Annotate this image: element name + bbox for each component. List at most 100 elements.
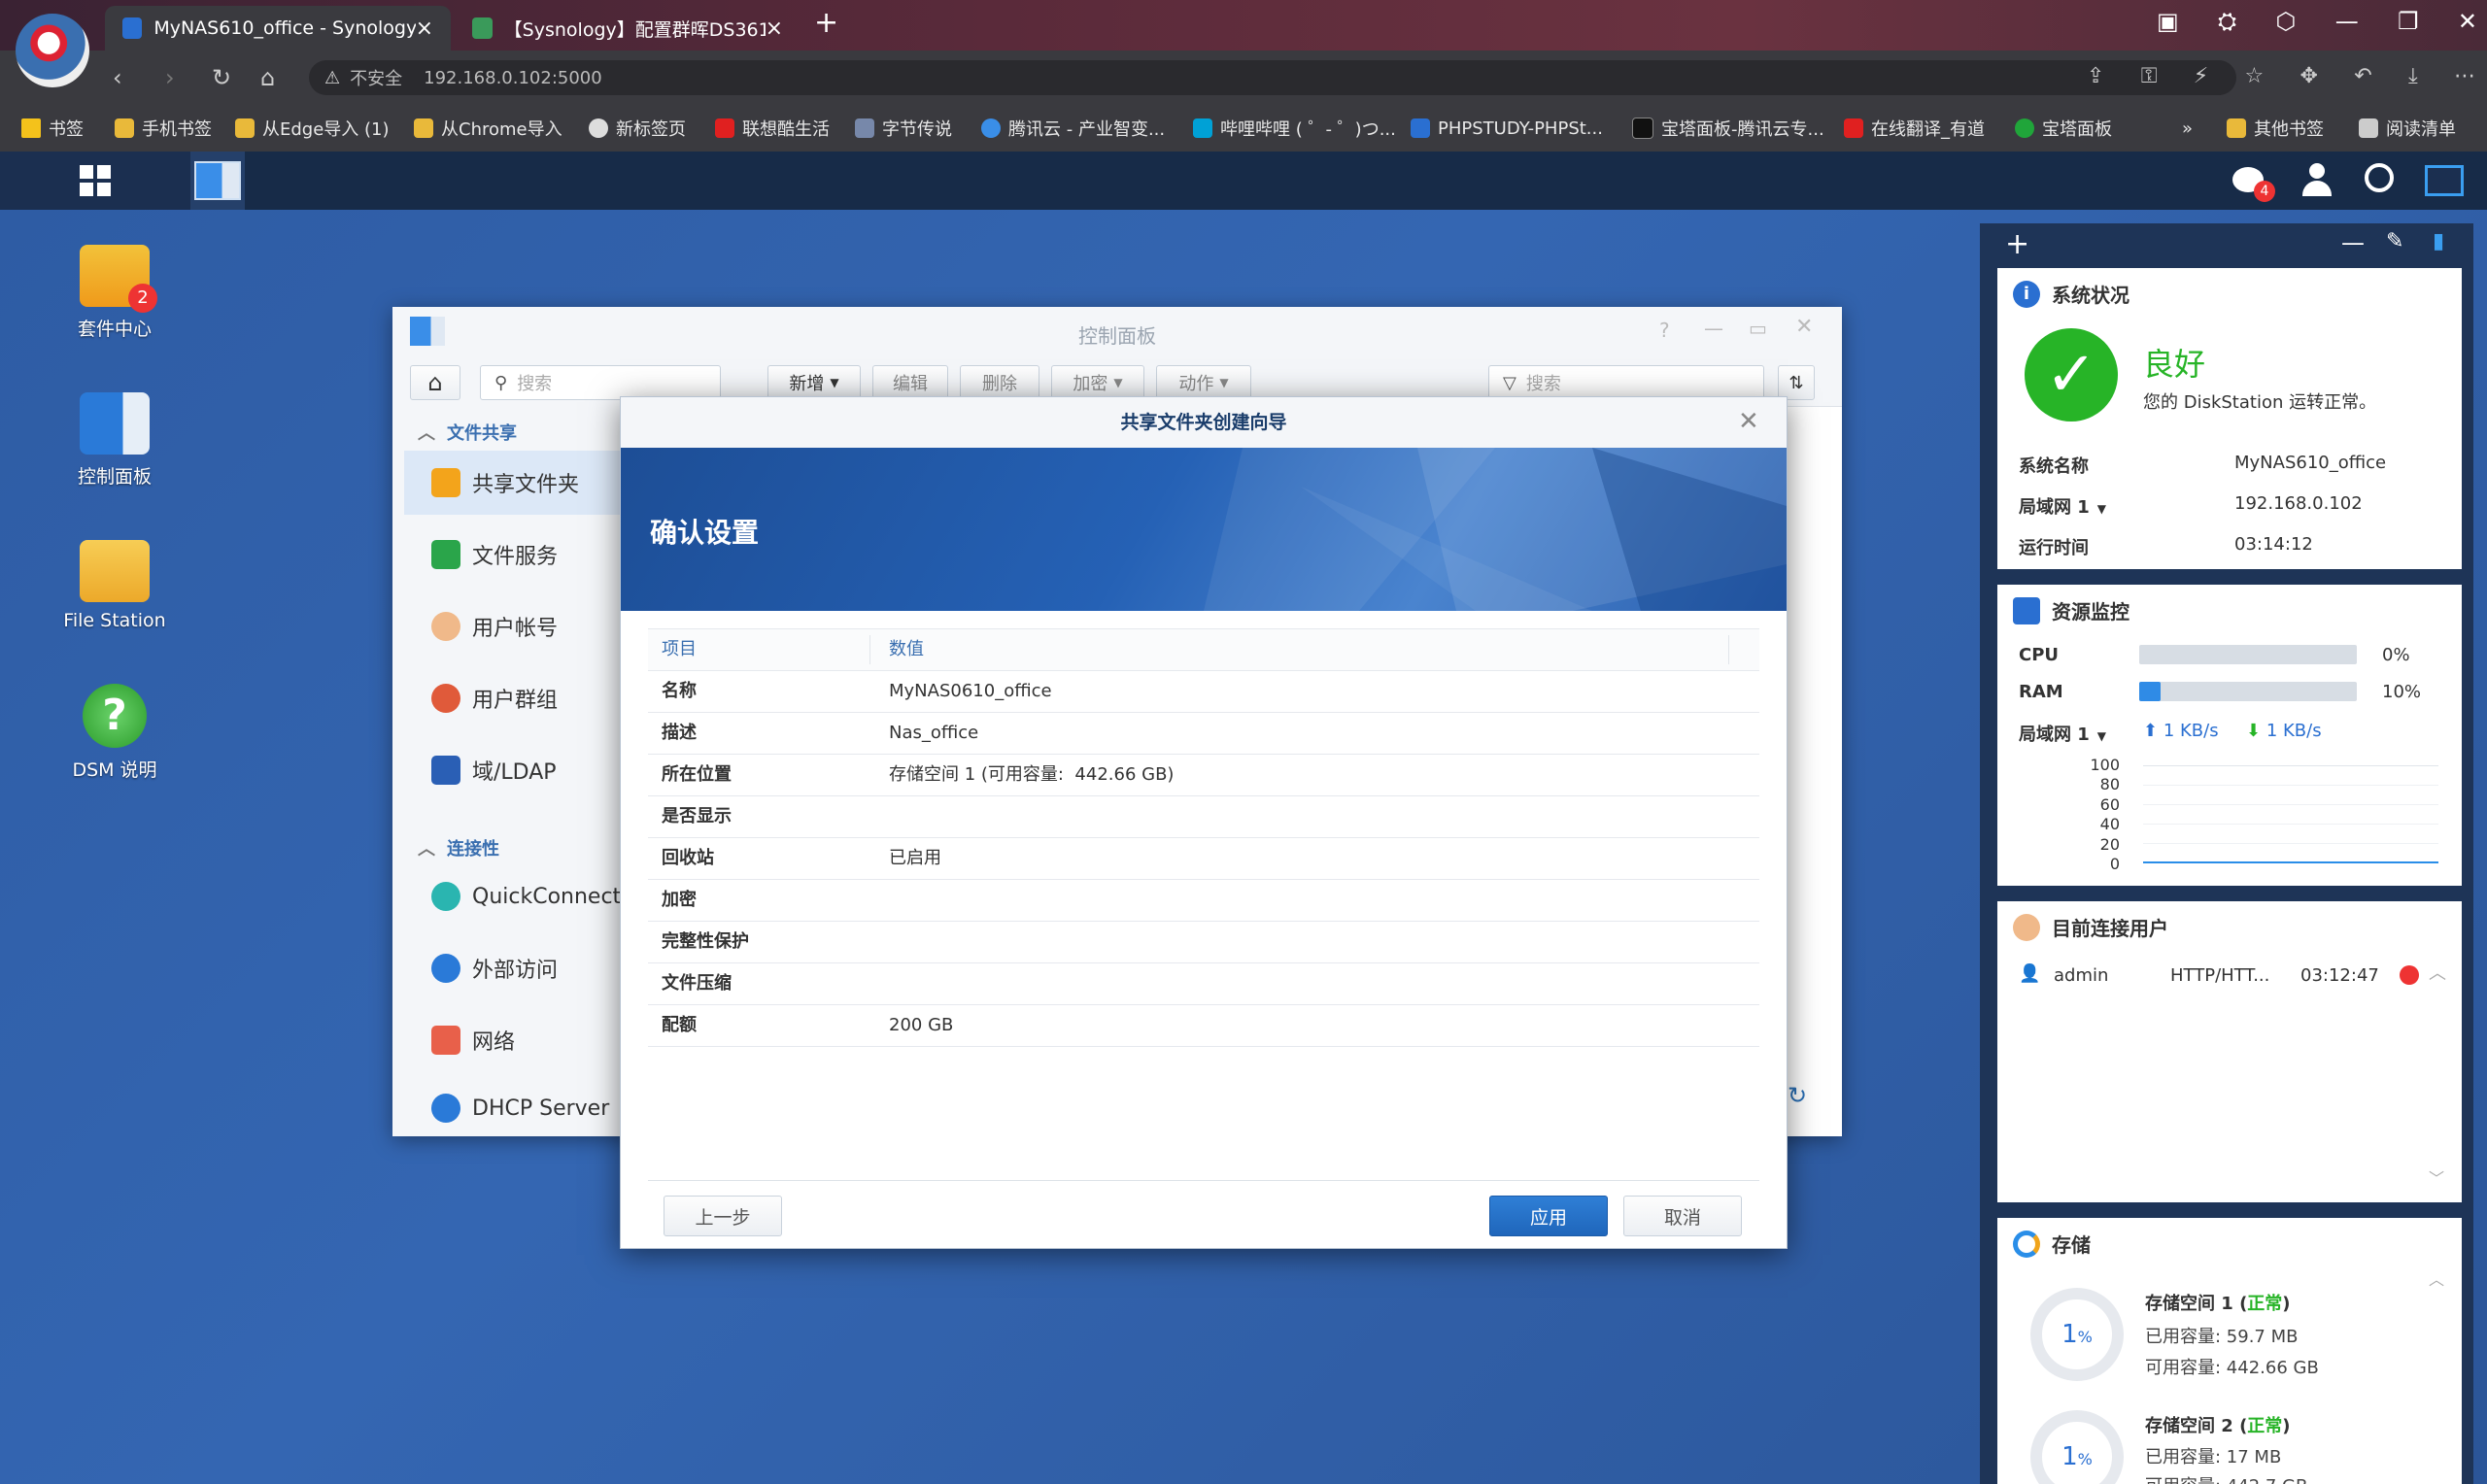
bookmark-item[interactable]: 宝塔面板-腾讯云专... (1632, 113, 1824, 144)
column-header-value[interactable]: 数值 (889, 629, 924, 670)
bookmark-item[interactable]: 在线翻译_有道 (1844, 113, 1985, 144)
bookmark-item[interactable]: 宝塔面板 (2015, 113, 2112, 144)
upload-rate: ⬆ 1 KB/s (2143, 721, 2219, 741)
minimize-panel-icon[interactable]: — (2341, 229, 2365, 256)
sidebar-item-external-access[interactable]: 外部访问 (404, 936, 626, 1000)
bookmark-item[interactable]: 书签 (21, 113, 84, 144)
wizard-titlebar[interactable]: 共享文件夹创建向导 (621, 397, 1787, 449)
main-menu-button[interactable] (0, 152, 190, 210)
maximize-icon[interactable]: ▭ (1749, 317, 1767, 340)
puzzle-icon[interactable]: ✥ (2300, 64, 2318, 88)
bookmark-item[interactable]: 从Chrome导入 (414, 113, 562, 144)
bookmark-item[interactable]: 新标签页 (589, 113, 686, 144)
table-row: 文件压缩 (648, 963, 1759, 1005)
apply-button[interactable]: 应用 (1489, 1196, 1608, 1236)
minimize-icon[interactable]: — (1704, 317, 1723, 340)
close-tab-icon[interactable]: × (416, 17, 433, 41)
star-icon (21, 118, 41, 138)
lan-row[interactable]: 局域网 1 ▼ 192.168.0.102 (2019, 493, 2363, 519)
new-tab-button[interactable]: + (814, 6, 838, 40)
taskbar-control-panel-app[interactable] (190, 152, 245, 210)
sidebar-item-file-services[interactable]: 文件服务 (404, 523, 626, 587)
bookmark-item[interactable]: 联想酷生活 (715, 113, 830, 144)
new-button[interactable]: 新增 ▼ (767, 365, 861, 400)
bookmark-item[interactable]: PHPSTUDY-PHPSt... (1411, 113, 1603, 144)
minimize-icon[interactable]: — (2335, 8, 2359, 35)
back-button[interactable]: 上一步 (664, 1196, 782, 1236)
desktop-icon-dsm-help[interactable]: ? DSM 说明 (37, 684, 192, 782)
tab-title: 【Sysnology】配置群晖DS3615 (503, 18, 766, 41)
sidebar-item-group[interactable]: 用户群组 (404, 666, 626, 730)
share-icon[interactable]: ⇪ (2087, 64, 2104, 88)
widgets-toggle-icon[interactable] (2425, 165, 2464, 196)
forward-icon[interactable]: › (165, 64, 175, 91)
kick-user-icon[interactable] (2400, 965, 2419, 985)
chevron-down-icon[interactable]: ﹀ (2429, 1165, 2444, 1189)
sidebar-search-input[interactable]: ⚲ 搜索 (480, 365, 721, 400)
action-button[interactable]: 动作 ▼ (1156, 365, 1251, 400)
desktop-icon-control-panel[interactable]: 控制面板 (37, 392, 192, 489)
sidebar-item-network[interactable]: 网络 (404, 1008, 626, 1072)
home-button[interactable]: ⌂ (410, 365, 460, 400)
section-header-file-sharing[interactable]: ︿ 文件共享 (418, 420, 517, 445)
search-icon[interactable] (2365, 163, 2394, 192)
sidebar-item-shared-folder[interactable]: 共享文件夹 (404, 451, 626, 515)
sidebar-item-dhcp-server[interactable]: DHCP Server (404, 1080, 626, 1136)
more-icon[interactable]: ⋯ (2454, 64, 2475, 88)
close-icon[interactable]: ✕ (1795, 315, 1813, 339)
extensions-icon[interactable]: ⬡ (2275, 8, 2296, 35)
desktop-icon-package-center[interactable]: 2 套件中心 (37, 245, 192, 341)
tab-synology-article[interactable]: 【Sysnology】配置群晖DS3615 × (455, 6, 801, 51)
notifications-button[interactable]: 4 (2232, 163, 2275, 202)
column-header-key[interactable]: 项目 (662, 629, 697, 670)
bookmark-item[interactable]: 字节传说 (855, 113, 952, 144)
bookmark-item[interactable]: 阅读清单 (2359, 113, 2456, 144)
collections-icon[interactable]: ▣ (2157, 8, 2179, 35)
info-icon: i (2013, 280, 2040, 308)
bookmarks-bar: 书签 手机书签 从Edge导入 (1) 从Chrome导入 新标签页 联想酷生活… (0, 105, 2487, 152)
url-field[interactable]: ⚠ 不安全 192.168.0.102:5000 (309, 60, 2236, 95)
bookmarks-overflow-button[interactable]: » (2182, 113, 2193, 144)
download-icon[interactable]: ⤓ (2408, 64, 2418, 88)
dock-icon[interactable]: ▮ (2433, 229, 2444, 253)
encrypt-button[interactable]: 加密 ▼ (1051, 365, 1144, 400)
desktop-icon-file-station[interactable]: File Station (37, 540, 192, 631)
bookmark-item[interactable]: 腾讯云 - 产业智变... (981, 113, 1165, 144)
control-panel-titlebar[interactable]: 控制面板 ? — ▭ ✕ (392, 307, 1842, 358)
key-icon[interactable]: ⚿ (2141, 64, 2158, 88)
chevron-up-icon[interactable]: ︿ (2429, 960, 2446, 985)
close-window-icon[interactable]: ✕ (2458, 8, 2477, 35)
tab-mynas[interactable]: MyNAS610_office - Synology D × (105, 6, 451, 51)
filter-search-input[interactable]: ▽ 搜索 (1488, 365, 1764, 400)
undo-icon[interactable]: ↶ (2354, 64, 2371, 88)
refresh-icon[interactable]: ↻ (1788, 1082, 1807, 1109)
bookmark-item[interactable]: 哔哩哔哩 ( ゜- ゜)つ... (1193, 113, 1396, 144)
restore-icon[interactable]: ❐ (2398, 8, 2419, 35)
profile-avatar[interactable] (16, 14, 89, 87)
quickconnect-icon (431, 882, 460, 911)
sidebar-item-user[interactable]: 用户帐号 (404, 594, 626, 658)
favorite-star-icon[interactable]: ☆ (2244, 64, 2264, 88)
edit-button[interactable]: 编辑 (872, 365, 948, 400)
add-widget-icon[interactable]: + (2005, 227, 2029, 261)
delete-button[interactable]: 删除 (960, 365, 1039, 400)
bolt-icon[interactable]: ⚡ (2194, 64, 2208, 88)
sort-button[interactable]: ⇅ (1778, 365, 1815, 400)
bookmark-item[interactable]: 其他书签 (2227, 113, 2324, 144)
bookmark-item[interactable]: 手机书签 (115, 113, 212, 144)
back-icon[interactable]: ‹ (113, 64, 122, 91)
home-icon[interactable]: ⌂ (260, 64, 275, 91)
sidebar-item-quickconnect[interactable]: QuickConnect (404, 864, 626, 928)
bookmark-item[interactable]: 从Edge导入 (1) (235, 113, 390, 144)
close-icon[interactable]: ✕ (1738, 407, 1759, 436)
pin-icon[interactable]: ✎ (2386, 229, 2403, 253)
close-tab-icon[interactable]: × (766, 17, 783, 41)
sidebar-item-domain-ldap[interactable]: 域/LDAP (404, 738, 626, 802)
lan-throughput-row[interactable]: 局域网 1 ▼ (2019, 721, 2106, 746)
user-menu-icon[interactable] (2300, 163, 2334, 198)
cancel-button[interactable]: 取消 (1623, 1196, 1742, 1236)
section-header-connectivity[interactable]: ︿ 连接性 (418, 835, 499, 860)
reload-icon[interactable]: ↻ (212, 64, 231, 91)
incognito-icon[interactable]: ⛭ (2218, 8, 2236, 35)
help-icon[interactable]: ? (1659, 319, 1670, 342)
